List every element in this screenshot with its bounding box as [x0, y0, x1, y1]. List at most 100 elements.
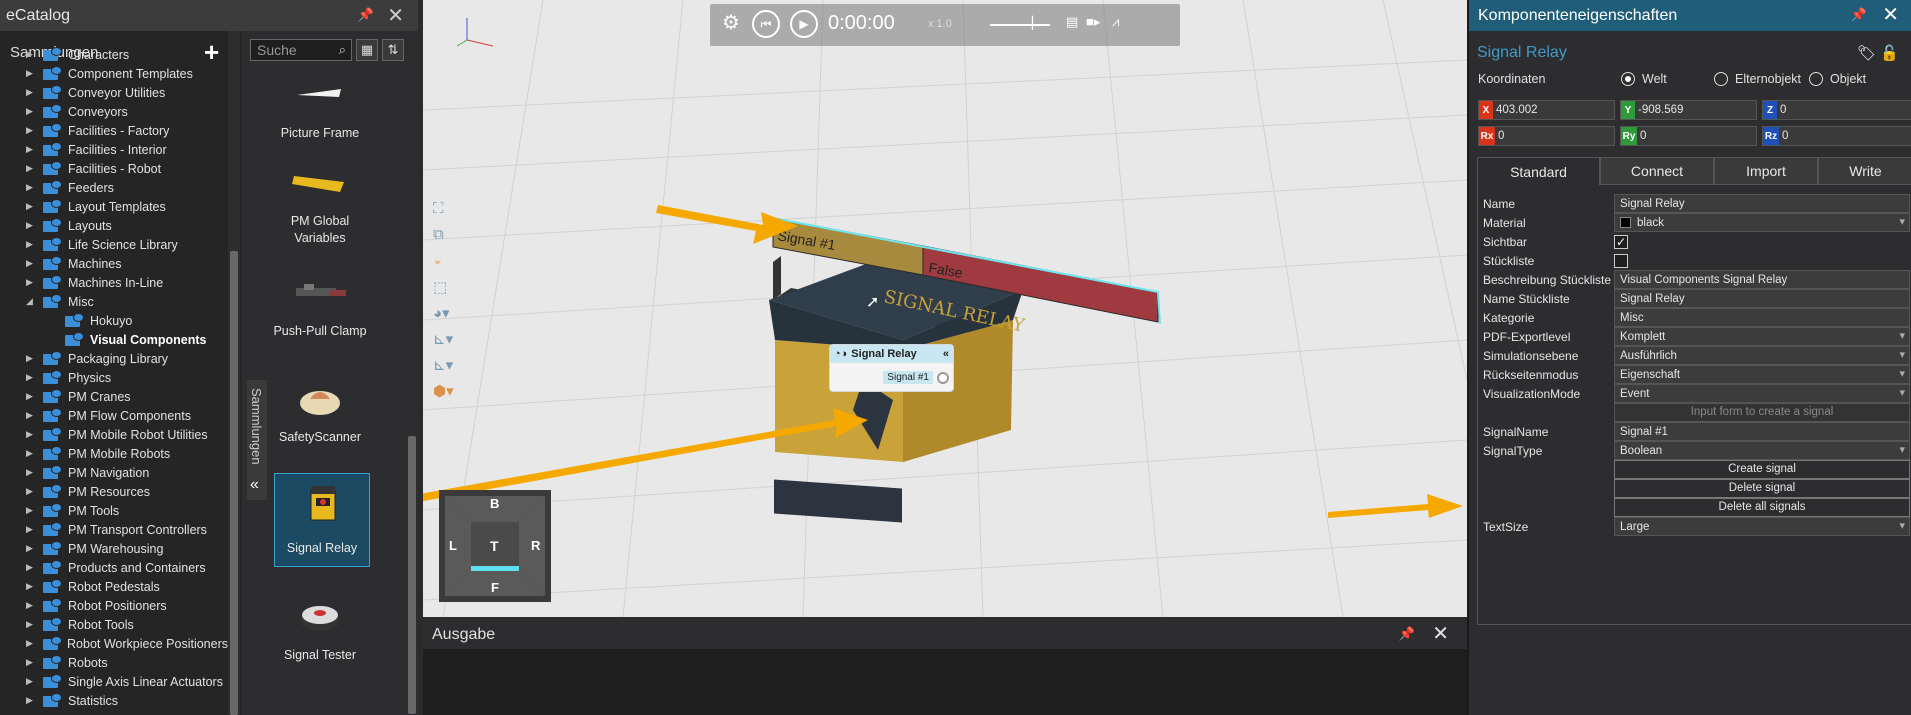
sort-icon[interactable]: ⇅: [382, 39, 404, 61]
tree-item[interactable]: ▶ Facilities - Robot: [0, 159, 228, 178]
tab-write[interactable]: Write: [1818, 157, 1911, 185]
chevron-right-icon[interactable]: ▶: [26, 562, 36, 573]
popup-collapse-icon[interactable]: «: [943, 348, 949, 360]
chevron-right-icon[interactable]: ▶: [26, 258, 36, 269]
radio-indicator[interactable]: [1714, 72, 1728, 86]
chevron-right-icon[interactable]: ▶: [26, 144, 36, 155]
catalog-item-pm-global-variables[interactable]: PM Global Variables: [272, 159, 368, 247]
bom-checkbox[interactable]: [1614, 253, 1628, 268]
chevron-right-icon[interactable]: ▶: [26, 638, 36, 649]
collections-side-tab[interactable]: Sammlungen «: [247, 380, 267, 500]
signal-relay-popup[interactable]: ◔◑ Signal Relay « Signal #1: [829, 344, 954, 392]
chevron-right-icon[interactable]: ▶: [26, 410, 36, 421]
pdf-export-icon[interactable]: ▤: [1066, 14, 1078, 30]
tree-item[interactable]: ▶ Physics: [0, 368, 228, 387]
tree-item[interactable]: ▶ Component Templates: [0, 64, 228, 83]
chevron-right-icon[interactable]: ▶: [26, 277, 36, 288]
catalog-item-signal-tester[interactable]: Signal Tester: [272, 593, 368, 664]
chevron-right-icon[interactable]: ▶: [26, 49, 36, 60]
simulation-level-select[interactable]: Ausführlich: [1614, 346, 1910, 365]
viewcube-top[interactable]: T: [490, 538, 499, 554]
tree-item[interactable]: ▶ Robot Tools: [0, 615, 228, 634]
chevron-right-icon[interactable]: ▶: [26, 619, 36, 630]
tree-item[interactable]: ▶ PM Transport Controllers: [0, 520, 228, 539]
chevron-right-icon[interactable]: ▶: [26, 125, 36, 136]
box-icon[interactable]: ⬚: [433, 278, 457, 304]
search-input[interactable]: Suche ⌕: [250, 39, 352, 61]
signal-name-input[interactable]: Signal #1: [1614, 422, 1910, 441]
chevron-right-icon[interactable]: ▶: [26, 201, 36, 212]
chevron-right-icon[interactable]: ▶: [26, 524, 36, 535]
tag-icon[interactable]: 🏷: [1857, 45, 1876, 62]
component-name[interactable]: Signal Relay: [1477, 44, 1567, 62]
rewind-icon[interactable]: ⏮: [752, 10, 780, 38]
view-cube[interactable]: B L T R F: [439, 490, 551, 602]
create-signal-button[interactable]: Create signal: [1614, 460, 1910, 479]
tree-item[interactable]: ▶ Robot Workpiece Positioners: [0, 634, 228, 653]
tree-item[interactable]: Hokuyo: [0, 311, 228, 330]
tree-item[interactable]: ▶ Characters: [0, 45, 228, 64]
viewcube-back[interactable]: B: [490, 496, 499, 511]
tree-item[interactable]: ▶ PM Warehousing: [0, 539, 228, 558]
signal-type-select[interactable]: Boolean: [1614, 441, 1910, 460]
close-icon[interactable]: ✕: [1432, 621, 1449, 646]
tree-item[interactable]: ▶ Facilities - Factory: [0, 121, 228, 140]
chevron-right-icon[interactable]: ▶: [26, 68, 36, 79]
items-scroll-thumb[interactable]: [408, 436, 416, 714]
axis-icon[interactable]: ⊾▾: [433, 330, 457, 356]
catalog-item-picture-frame[interactable]: Picture Frame: [272, 71, 368, 142]
tree-item[interactable]: ▶ Single Axis Linear Actuators: [0, 672, 228, 691]
chevron-right-icon[interactable]: ▶: [26, 695, 36, 706]
chevron-right-icon[interactable]: ▶: [26, 676, 36, 687]
pdf-level-select[interactable]: Komplett: [1614, 327, 1910, 346]
chevron-right-icon[interactable]: ▶: [26, 391, 36, 402]
tree-item[interactable]: ▶ Robots: [0, 653, 228, 672]
material-select[interactable]: black: [1614, 213, 1910, 232]
tree-scrollbar[interactable]: [228, 31, 240, 715]
coord-radio-world[interactable]: Welt: [1621, 72, 1667, 86]
snap-icon[interactable]: ◒: [433, 252, 457, 278]
pin-icon[interactable]: 📌: [1851, 7, 1867, 23]
chevron-right-icon[interactable]: ▶: [26, 106, 36, 117]
tree-item[interactable]: ▶ PM Flow Components: [0, 406, 228, 425]
name-input[interactable]: Signal Relay: [1614, 194, 1910, 213]
viewcube-right[interactable]: R: [531, 538, 540, 553]
rx-field[interactable]: Rx 0: [1478, 126, 1615, 146]
tree-item[interactable]: ▶ Facilities - Interior: [0, 140, 228, 159]
viewcube-left[interactable]: L: [449, 538, 457, 553]
chevron-right-icon[interactable]: ▶: [26, 448, 36, 459]
play-icon[interactable]: ▶: [790, 10, 818, 38]
ray-trace-icon[interactable]: ⩘: [1112, 14, 1119, 30]
tree-item[interactable]: ▶ Conveyor Utilities: [0, 83, 228, 102]
tree-item[interactable]: ▶ Feeders: [0, 178, 228, 197]
tree-item[interactable]: ▶ Life Science Library: [0, 235, 228, 254]
tree-item[interactable]: ▶ Robot Positioners: [0, 596, 228, 615]
chevron-right-icon[interactable]: ▶: [26, 353, 36, 364]
chevron-right-icon[interactable]: ▶: [26, 486, 36, 497]
backface-mode-select[interactable]: Eigenschaft: [1614, 365, 1910, 384]
pin-icon[interactable]: 📌: [358, 7, 374, 23]
coord-radio-parent[interactable]: Elternobjekt: [1714, 72, 1801, 86]
catalog-item-signal-relay[interactable]: Signal Relay: [274, 473, 370, 567]
tab-import[interactable]: Import: [1714, 157, 1818, 185]
visible-checkbox[interactable]: ✓: [1614, 234, 1628, 249]
y-field[interactable]: Y -908.569: [1620, 100, 1757, 120]
fit-view-icon[interactable]: ⛶: [433, 200, 457, 226]
chevron-right-icon[interactable]: ▶: [26, 429, 36, 440]
chevron-right-icon[interactable]: ▶: [26, 87, 36, 98]
viewcube-front[interactable]: F: [491, 580, 499, 595]
ry-field[interactable]: Ry 0: [1620, 126, 1757, 146]
tree-item[interactable]: ▶ Packaging Library: [0, 349, 228, 368]
chevron-right-icon[interactable]: ▶: [26, 163, 36, 174]
unlock-icon[interactable]: 🔓: [1880, 45, 1899, 62]
coord-radio-object[interactable]: Objekt: [1809, 72, 1866, 86]
category-input[interactable]: Misc: [1614, 308, 1910, 327]
video-camera-icon[interactable]: ■▸: [1086, 14, 1100, 30]
tree-item[interactable]: ▶ PM Resources: [0, 482, 228, 501]
chevron-right-icon[interactable]: ▶: [26, 600, 36, 611]
tree-item[interactable]: ▶ PM Tools: [0, 501, 228, 520]
tree-item[interactable]: ▶ PM Mobile Robots: [0, 444, 228, 463]
tree-item[interactable]: Visual Components: [0, 330, 228, 349]
chevron-right-icon[interactable]: ▶: [26, 467, 36, 478]
delete-signal-button[interactable]: Delete signal: [1614, 479, 1910, 498]
